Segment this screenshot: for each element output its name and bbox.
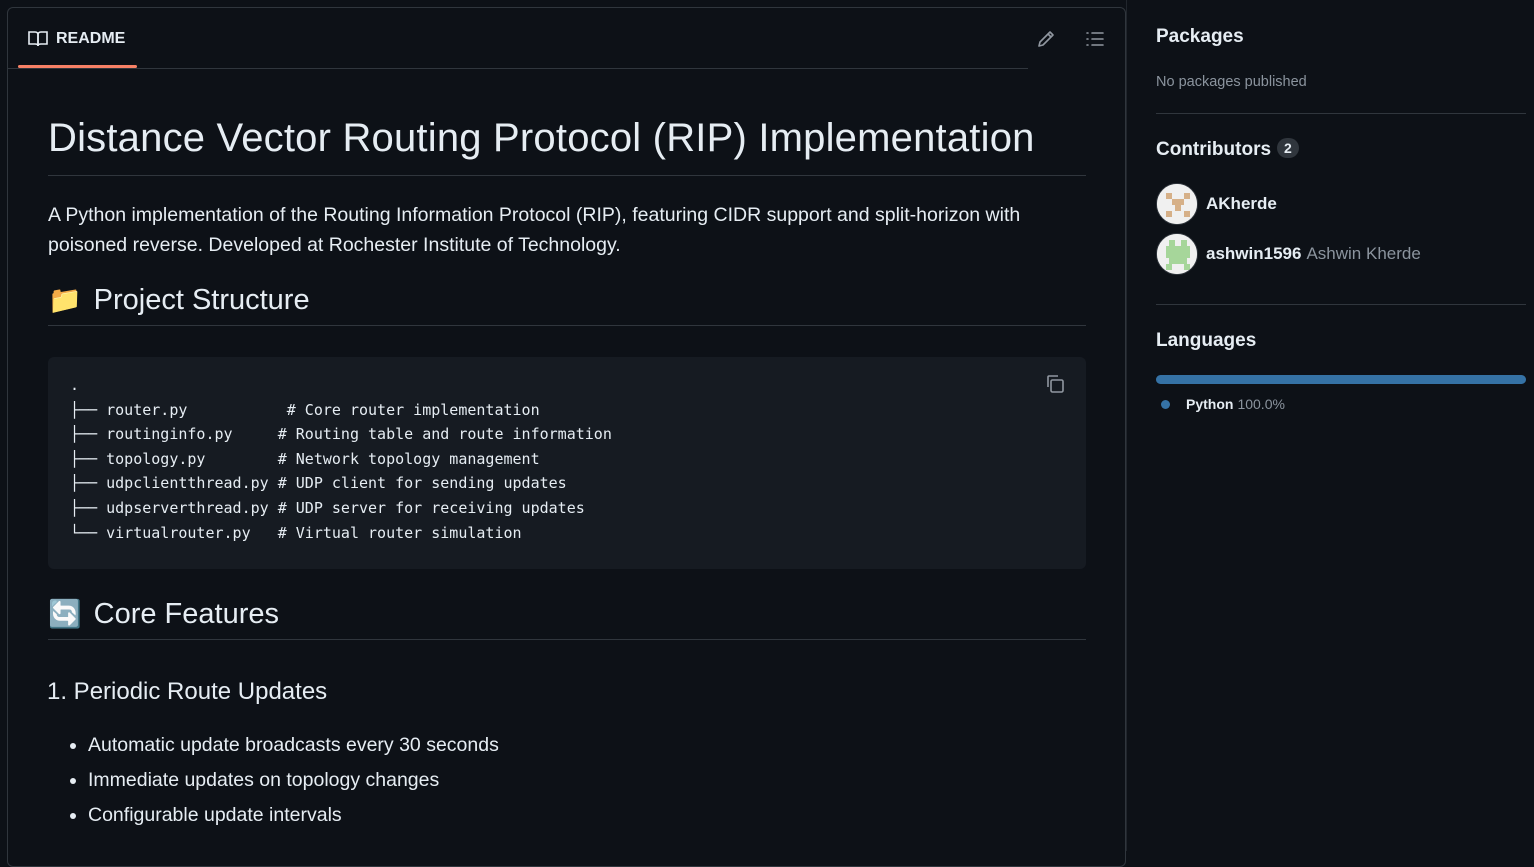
code-line: ├── udpclientthread.py # UDP client for …	[70, 474, 567, 493]
intro-paragraph: A Python implementation of the Routing I…	[48, 204, 1021, 256]
feature-list: Automatic update broadcasts every 30 sec…	[88, 728, 499, 833]
heading-project-structure: 📁 Project Structure	[48, 284, 1086, 326]
active-tab-indicator	[18, 65, 137, 68]
language-python[interactable]: Python 100.0%	[1161, 396, 1285, 412]
language-name: Python	[1186, 396, 1234, 412]
contributor-login[interactable]: AKherde	[1206, 194, 1277, 214]
book-icon	[28, 30, 48, 46]
language-percent: 100.0%	[1237, 396, 1285, 412]
column-divider	[1126, 0, 1127, 851]
python-color-dot	[1161, 399, 1170, 409]
list-item: Immediate updates on topology changes	[88, 763, 499, 798]
page-title: Distance Vector Routing Protocol (RIP) I…	[48, 116, 1086, 176]
divider	[1156, 304, 1526, 305]
code-line: .	[70, 376, 80, 394]
heading-project-structure-label: Project Structure	[93, 284, 310, 316]
refresh-icon: 🔄	[48, 599, 82, 629]
list-icon[interactable]	[1084, 28, 1106, 50]
contributor-name: Ashwin Kherde	[1306, 244, 1421, 263]
contributor-akherde[interactable]: AKherde	[1156, 183, 1277, 225]
contributors-heading[interactable]: Contributors	[1156, 139, 1271, 160]
code-text: . ├── router.py # Core router implementa…	[70, 373, 1064, 545]
avatar[interactable]	[1156, 183, 1198, 225]
contributors-count-badge: 2	[1277, 138, 1299, 158]
packages-heading[interactable]: Packages	[1156, 26, 1244, 48]
copy-icon[interactable]	[1044, 373, 1068, 397]
avatar[interactable]	[1156, 233, 1198, 275]
heading-periodic-route-updates: 1. Periodic Route Updates	[47, 678, 328, 705]
list-item: Automatic update broadcasts every 30 sec…	[88, 728, 499, 763]
divider	[1156, 113, 1526, 114]
contributors-header: Contributors 2	[1156, 138, 1299, 161]
heading-core-features-label: Core Features	[93, 598, 279, 630]
languages-heading: Languages	[1156, 330, 1257, 351]
code-line: ├── router.py # Core router implementati…	[70, 400, 540, 419]
readme-tab-label: README	[56, 29, 126, 47]
language-bar[interactable]	[1156, 375, 1526, 384]
packages-empty-text: No packages published	[1156, 74, 1307, 90]
code-line: ├── topology.py # Network topology manag…	[70, 449, 540, 468]
code-line: └── virtualrouter.py # Virtual router si…	[70, 523, 522, 542]
contributor-ashwin1596[interactable]: ashwin1596 Ashwin Kherde	[1156, 233, 1421, 275]
folder-icon: 📁	[48, 285, 82, 315]
list-item: Configurable update intervals	[88, 798, 499, 833]
heading-core-features: 🔄 Core Features	[48, 598, 1086, 640]
readme-header: README	[8, 8, 1028, 69]
readme-panel: README Distance Vector Routing Protocol …	[7, 7, 1126, 867]
tab-readme[interactable]: README	[18, 8, 137, 69]
pencil-icon[interactable]	[1035, 28, 1057, 50]
code-block: . ├── router.py # Core router implementa…	[48, 357, 1086, 569]
contributor-login[interactable]: ashwin1596	[1206, 244, 1301, 264]
code-line: ├── udpserverthread.py # UDP server for …	[70, 498, 585, 517]
code-line: ├── routinginfo.py # Routing table and r…	[70, 425, 612, 444]
